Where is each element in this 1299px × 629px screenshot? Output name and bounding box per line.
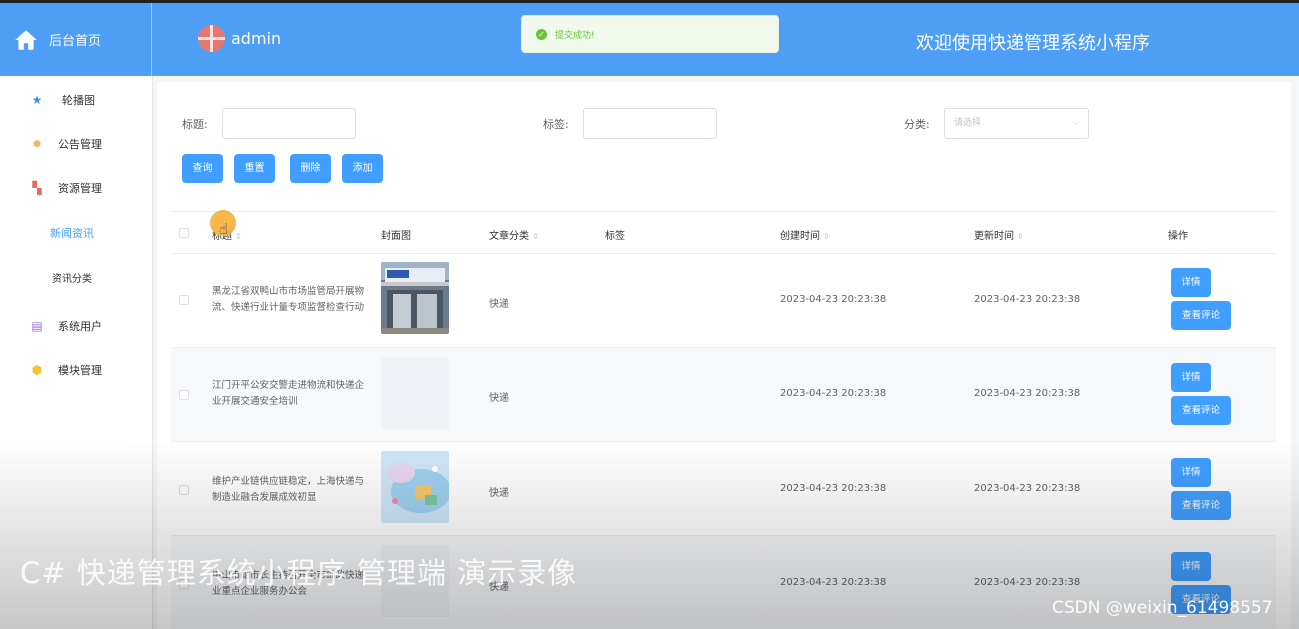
- cover-illustration: [381, 451, 449, 523]
- table-row: 维护产业链供应链稳定，上海快递与制造业融合发展成效初显 快递 2023-04-2…: [171, 442, 1276, 536]
- cover-photo-building: [381, 262, 449, 334]
- row-created: 2023-04-23 20:23:38: [780, 483, 887, 494]
- sidebar-item-label: 资讯分类: [52, 273, 92, 285]
- welcome-text: 欢迎使用快递管理系统小程序: [916, 33, 1150, 54]
- view-comments-button[interactable]: 查看评论: [1171, 491, 1231, 520]
- home-link[interactable]: 后台首页: [0, 3, 152, 76]
- csdn-watermark: CSDN @weixin_61498557: [1052, 598, 1273, 618]
- sort-icon: ⇕: [235, 232, 242, 241]
- avatar: [198, 25, 225, 52]
- category-select-placeholder: 请选择: [954, 118, 982, 128]
- query-button[interactable]: 查询: [182, 154, 223, 183]
- toast-message: 提交成功!: [555, 30, 595, 41]
- archive-icon: ▤: [31, 319, 43, 333]
- detail-button[interactable]: 详情: [1171, 552, 1211, 581]
- sidebar-item-label: 公告管理: [58, 138, 102, 151]
- sidebar-item-notices[interactable]: ✹ 公告管理: [0, 124, 152, 164]
- sidebar-item-news-category[interactable]: 资讯分类: [0, 257, 152, 297]
- row-checkbox[interactable]: [179, 390, 189, 400]
- title-filter-label: 标题:: [182, 118, 208, 131]
- check-circle-icon: ✓: [536, 28, 547, 40]
- cover-image: [381, 262, 449, 334]
- row-checkbox[interactable]: [179, 295, 189, 305]
- row-title: 黑龙江省双鸭山市市场监管局开展物流、快递行业计量专项监督检查行动: [212, 286, 365, 313]
- title-filter-input[interactable]: [222, 108, 356, 139]
- table-row: 黑龙江省双鸭山市市场监管局开展物流、快递行业计量专项监督检查行动 快递 2023…: [171, 254, 1276, 348]
- row-title: 维护产业链供应链稳定，上海快递与制造业融合发展成效初显: [212, 476, 365, 503]
- detail-button[interactable]: 详情: [1171, 363, 1211, 392]
- detail-button[interactable]: 详情: [1171, 268, 1211, 297]
- hand-pointer-icon: ☝: [219, 220, 229, 238]
- cover-image: [381, 451, 449, 523]
- row-updated: 2023-04-23 20:23:38: [974, 577, 1081, 588]
- sidebar-item-label: 轮播图: [62, 94, 95, 107]
- user-name: admin: [231, 29, 282, 48]
- grid-icon: ▚: [32, 181, 42, 195]
- detail-button[interactable]: 详情: [1171, 458, 1211, 487]
- sidebar-item-users[interactable]: ▤ 系统用户: [0, 306, 152, 346]
- column-ops: 操作: [1168, 231, 1188, 242]
- column-created-label: 创建时间: [780, 231, 820, 242]
- sidebar-item-news[interactable]: 新闻资讯: [0, 213, 152, 253]
- sidebar-item-carousel[interactable]: ★ 轮播图: [0, 80, 152, 120]
- row-updated: 2023-04-23 20:23:38: [974, 294, 1081, 305]
- user-menu[interactable]: admin: [198, 25, 281, 52]
- view-comments-button[interactable]: 查看评论: [1171, 301, 1231, 330]
- success-toast: ✓ 提交成功!: [521, 15, 779, 53]
- row-created: 2023-04-23 20:23:38: [780, 577, 887, 588]
- cover-image-placeholder: [381, 357, 449, 429]
- row-checkbox[interactable]: [179, 485, 189, 495]
- category-select[interactable]: 请选择 ⌵: [944, 108, 1089, 139]
- sidebar-item-label: 新闻资讯: [50, 227, 94, 240]
- column-updated[interactable]: 更新时间 ⇕: [974, 227, 1024, 242]
- column-category-label: 文章分类: [489, 231, 529, 242]
- cube-icon: ⬢: [31, 363, 43, 377]
- star-icon: ★: [31, 93, 43, 107]
- column-created[interactable]: 创建时间 ⇕: [780, 227, 830, 242]
- view-comments-button[interactable]: 查看评论: [1171, 396, 1231, 425]
- sort-icon: ⇕: [532, 232, 539, 241]
- row-updated: 2023-04-23 20:23:38: [974, 483, 1081, 494]
- chevron-down-icon: ⌵: [1072, 118, 1079, 128]
- column-updated-label: 更新时间: [974, 231, 1014, 242]
- delete-button[interactable]: 删除: [290, 154, 331, 183]
- row-created: 2023-04-23 20:23:38: [780, 388, 887, 399]
- sort-icon: ⇕: [823, 232, 830, 241]
- sort-icon: ⇕: [1017, 232, 1024, 241]
- column-category[interactable]: 文章分类 ⇕: [489, 227, 539, 242]
- reset-button[interactable]: 重置: [234, 154, 275, 183]
- video-caption: C# 快递管理系统小程序 管理端 演示录像: [20, 556, 578, 590]
- table-header: 标题 ⇕ 封面图 文章分类 ⇕ 标签 创建时间 ⇕ 更新时间 ⇕ 操作: [171, 211, 1276, 254]
- row-title: 江门开平公安交警走进物流和快递企业开展交通安全培训: [212, 380, 365, 407]
- row-category: 快递: [489, 299, 509, 310]
- tag-filter-label: 标签:: [543, 118, 569, 131]
- column-tags: 标签: [605, 231, 625, 242]
- add-button[interactable]: 添加: [342, 154, 383, 183]
- row-created: 2023-04-23 20:23:38: [780, 294, 887, 305]
- select-all-checkbox[interactable]: [179, 228, 189, 238]
- tag-filter-input[interactable]: [583, 108, 717, 139]
- sidebar-item-label: 资源管理: [58, 182, 102, 195]
- gear-icon: ✹: [31, 137, 43, 151]
- sidebar-item-label: 系统用户: [58, 320, 102, 333]
- row-updated: 2023-04-23 20:23:38: [974, 388, 1081, 399]
- sidebar-item-modules[interactable]: ⬢ 模块管理: [0, 350, 152, 390]
- row-category: 快递: [489, 488, 509, 499]
- table-row: 江门开平公安交警走进物流和快递企业开展交通安全培训 快递 2023-04-23 …: [171, 348, 1276, 442]
- sidebar-item-resources[interactable]: ▚ 资源管理: [0, 168, 152, 208]
- column-cover: 封面图: [381, 231, 411, 242]
- home-label: 后台首页: [49, 34, 102, 49]
- category-filter-label: 分类:: [904, 118, 930, 131]
- row-category: 快递: [489, 393, 509, 404]
- home-icon: [15, 29, 37, 50]
- sidebar-item-label: 模块管理: [58, 364, 102, 377]
